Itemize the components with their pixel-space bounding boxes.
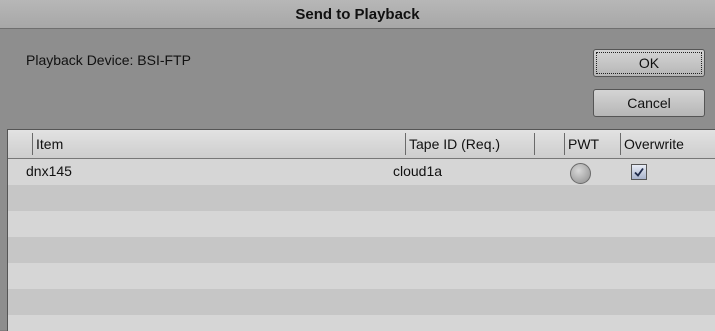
- table-row-empty: [8, 237, 715, 263]
- table-row-empty: [8, 315, 715, 331]
- column-separator[interactable]: [564, 133, 565, 155]
- checkmark-icon: [634, 167, 644, 177]
- overwrite-checkbox[interactable]: [631, 164, 647, 180]
- items-table: Item Tape ID (Req.) PWT Overwrite dnx145…: [7, 129, 715, 331]
- dialog-title: Send to Playback: [0, 0, 715, 29]
- table-row-empty: [8, 211, 715, 237]
- column-separator[interactable]: [534, 133, 535, 155]
- column-header-overwrite[interactable]: Overwrite: [624, 136, 684, 152]
- send-to-playback-dialog: Send to Playback Playback Device: BSI-FT…: [0, 0, 715, 331]
- cancel-button[interactable]: Cancel: [593, 89, 705, 117]
- playback-device-label: Playback Device: BSI-FTP: [26, 52, 191, 68]
- table-row-empty: [8, 289, 715, 315]
- tape-id-cell[interactable]: cloud1a: [393, 163, 442, 179]
- table-row-empty: [8, 185, 715, 211]
- column-separator[interactable]: [32, 133, 33, 155]
- ok-button[interactable]: OK: [593, 49, 705, 77]
- column-header-tape-id[interactable]: Tape ID (Req.): [409, 136, 500, 152]
- pwt-indicator[interactable]: [570, 163, 591, 184]
- column-header-item[interactable]: Item: [36, 136, 63, 152]
- column-separator[interactable]: [620, 133, 621, 155]
- table-row[interactable]: dnx145 cloud1a: [8, 159, 715, 185]
- table-header: Item Tape ID (Req.) PWT Overwrite: [8, 130, 715, 159]
- column-header-pwt[interactable]: PWT: [568, 136, 599, 152]
- table-row-empty: [8, 263, 715, 289]
- column-separator[interactable]: [405, 133, 406, 155]
- item-cell: dnx145: [26, 163, 72, 179]
